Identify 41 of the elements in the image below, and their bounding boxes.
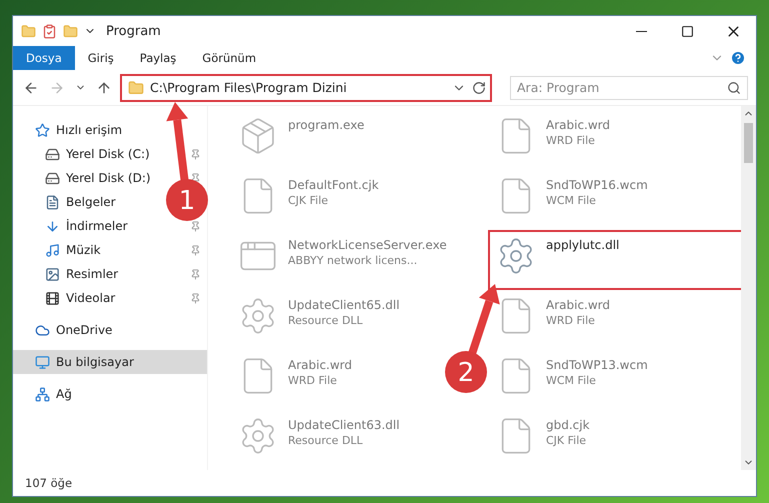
file-type: WCM File [546, 374, 596, 387]
address-bar[interactable]: C:\Program Files\Program Dizini [120, 74, 492, 102]
file-name[interactable]: UpdateClient63.dll [288, 418, 400, 432]
sidebar-item[interactable]: Bu bilgisayar [13, 350, 207, 374]
file-type: CJK File [288, 194, 328, 207]
sidebar-item[interactable]: Resimler [66, 267, 118, 281]
window-title: Program [106, 24, 161, 38]
ribbon-tab[interactable]: Görünüm [189, 46, 270, 70]
search-field[interactable]: Ara: Program [510, 76, 748, 100]
file-name[interactable]: program.exe [288, 118, 364, 132]
file-name[interactable]: applylutc.dll [546, 238, 620, 252]
sidebar-item[interactable]: Belgeler [66, 195, 116, 209]
item-count: 107 öğe [25, 476, 72, 490]
file-type: ABBYY network licens... [288, 254, 418, 267]
file-type: WCM File [546, 194, 596, 207]
sidebar-item[interactable]: Hızlı erişim [56, 123, 122, 137]
file-type: WRD File [546, 134, 595, 147]
sidebar-item[interactable]: İndirmeler [66, 219, 128, 233]
file-type: WRD File [288, 374, 337, 387]
ribbon-tab[interactable]: Dosya [13, 46, 75, 70]
sidebar-item[interactable]: Videolar [66, 291, 116, 305]
sidebar-item[interactable]: Ağ [56, 387, 72, 401]
ribbon-tab[interactable]: Paylaş [126, 46, 190, 70]
file-name[interactable]: gbd.cjk [546, 418, 590, 432]
file-name[interactable]: UpdateClient65.dll [288, 298, 400, 312]
file-name[interactable]: NetworkLicenseServer.exe [288, 238, 447, 252]
file-name[interactable]: Arabic.wrd [546, 118, 610, 132]
file-name[interactable]: SndToWP16.wcm [546, 178, 648, 192]
file-type: Resource DLL [288, 314, 363, 327]
sidebar-item[interactable]: Yerel Disk (D:) [66, 171, 151, 185]
sidebar-item[interactable]: Müzik [66, 243, 101, 257]
file-name[interactable]: SndToWP13.wcm [546, 358, 648, 372]
ribbon-tab[interactable]: Giriş [74, 46, 127, 70]
file-type: Resource DLL [288, 434, 363, 447]
sidebar-item[interactable]: Yerel Disk (C:) [66, 147, 150, 161]
file-type: WRD File [546, 314, 595, 327]
file-name[interactable]: Arabic.wrd [546, 298, 610, 312]
file-name[interactable]: DefaultFont.cjk [288, 178, 379, 192]
file-type: CJK File [546, 434, 586, 447]
file-name[interactable]: Arabic.wrd [288, 358, 352, 372]
sidebar-item[interactable]: OneDrive [56, 323, 112, 337]
